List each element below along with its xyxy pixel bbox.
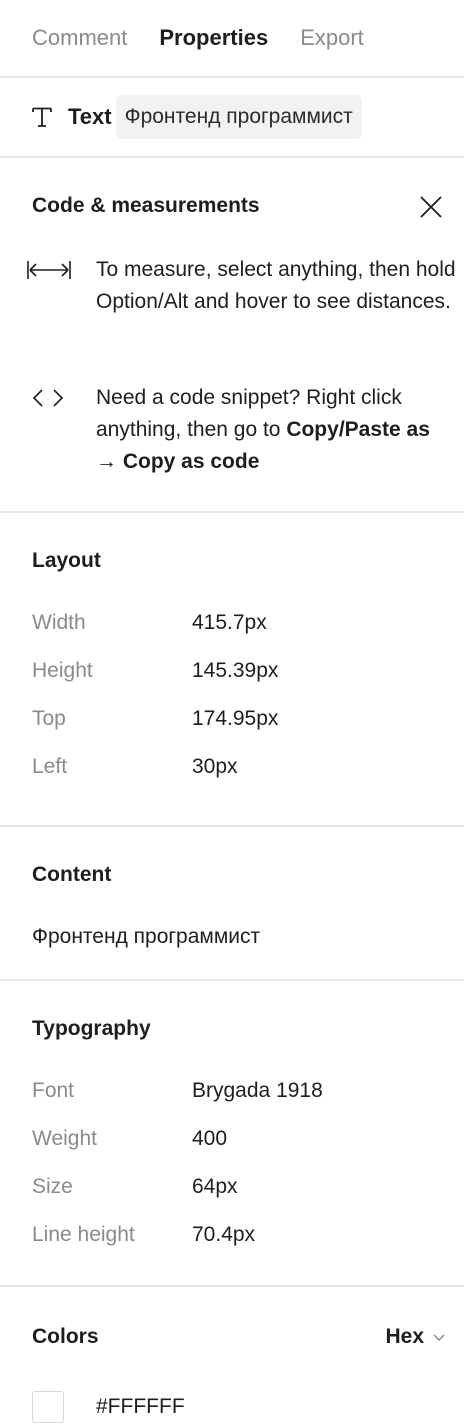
close-icon[interactable] xyxy=(418,194,444,220)
layout-value[interactable]: 415.7px xyxy=(192,611,267,635)
code-tip-copy-paste: Copy/Paste as xyxy=(286,418,430,441)
typography-row-size: Size 64px xyxy=(32,1163,432,1211)
tab-bar: Comment Properties Export xyxy=(0,0,464,78)
typography-value[interactable]: 64px xyxy=(192,1175,238,1199)
layout-key: Top xyxy=(32,707,66,730)
typography-row-weight: Weight 400 xyxy=(32,1115,432,1163)
layout-title: Layout xyxy=(32,549,101,572)
typography-key: Weight xyxy=(32,1127,97,1150)
tab-export[interactable]: Export xyxy=(300,25,364,51)
selection-kind: Text xyxy=(68,104,112,129)
content-section: Content Фронтенд программист xyxy=(0,827,464,981)
selection-header: Text Фронтенд программист xyxy=(0,78,464,158)
typography-value[interactable]: 400 xyxy=(192,1127,227,1151)
typography-section: Typography Font Brygada 1918 Weight 400 … xyxy=(0,981,464,1287)
properties-panel: Comment Properties Export Text Фронтенд … xyxy=(0,0,464,1428)
typography-value[interactable]: Brygada 1918 xyxy=(192,1079,323,1103)
content-text[interactable]: Фронтенд программист xyxy=(32,925,432,949)
typography-row-font: Font Brygada 1918 xyxy=(32,1067,432,1115)
code-tip-arrow: → xyxy=(96,450,123,473)
typography-key: Font xyxy=(32,1079,75,1102)
colors-title: Colors xyxy=(32,1325,99,1348)
text-type-icon xyxy=(30,105,54,129)
typography-value[interactable]: 70.4px xyxy=(192,1223,255,1247)
code-tip-copy-as-code: Copy as code xyxy=(122,450,260,473)
code-measurements-title: Code & measurements xyxy=(32,194,260,217)
layout-row-height: Height 145.39px xyxy=(32,647,432,695)
layout-key: Height xyxy=(32,659,93,682)
content-title: Content xyxy=(32,863,112,886)
color-row[interactable]: #FFFFFF xyxy=(32,1391,432,1423)
measure-tip: To measure, select anything, then hold O… xyxy=(96,258,456,313)
layout-key: Width xyxy=(32,611,86,634)
tab-properties[interactable]: Properties xyxy=(159,25,268,51)
layout-row-width: Width 415.7px xyxy=(32,599,432,647)
layout-value[interactable]: 174.95px xyxy=(192,707,278,731)
code-icon xyxy=(26,386,72,410)
typography-key: Line height xyxy=(32,1223,135,1246)
layout-row-top: Top 174.95px xyxy=(32,695,432,743)
layout-key: Left xyxy=(32,755,68,778)
code-measurements-section: Code & measurements To measure, select a… xyxy=(0,158,464,513)
layout-section: Layout Width 415.7px Height 145.39px Top… xyxy=(0,513,464,827)
selection-name[interactable]: Фронтенд программист xyxy=(115,95,362,139)
layout-row-left: Left 30px xyxy=(32,743,432,791)
typography-key: Size xyxy=(32,1175,73,1198)
typography-title: Typography xyxy=(32,1017,151,1040)
layout-value[interactable]: 145.39px xyxy=(192,659,278,683)
color-format-label: Hex xyxy=(385,1325,424,1348)
color-format-dropdown[interactable]: Hex xyxy=(385,1325,446,1349)
layout-value[interactable]: 30px xyxy=(192,755,238,779)
color-hex-value[interactable]: #FFFFFF xyxy=(96,1395,185,1419)
colors-section: Colors Hex #FFFFFF xyxy=(0,1287,464,1428)
typography-row-line-height: Line height 70.4px xyxy=(32,1211,432,1259)
color-swatch[interactable] xyxy=(32,1391,64,1423)
chevron-down-icon xyxy=(433,1334,445,1342)
code-snippet-tip: Need a code snippet? Right click anythin… xyxy=(96,382,456,478)
measure-icon xyxy=(26,258,72,282)
tab-comment[interactable]: Comment xyxy=(32,25,127,51)
